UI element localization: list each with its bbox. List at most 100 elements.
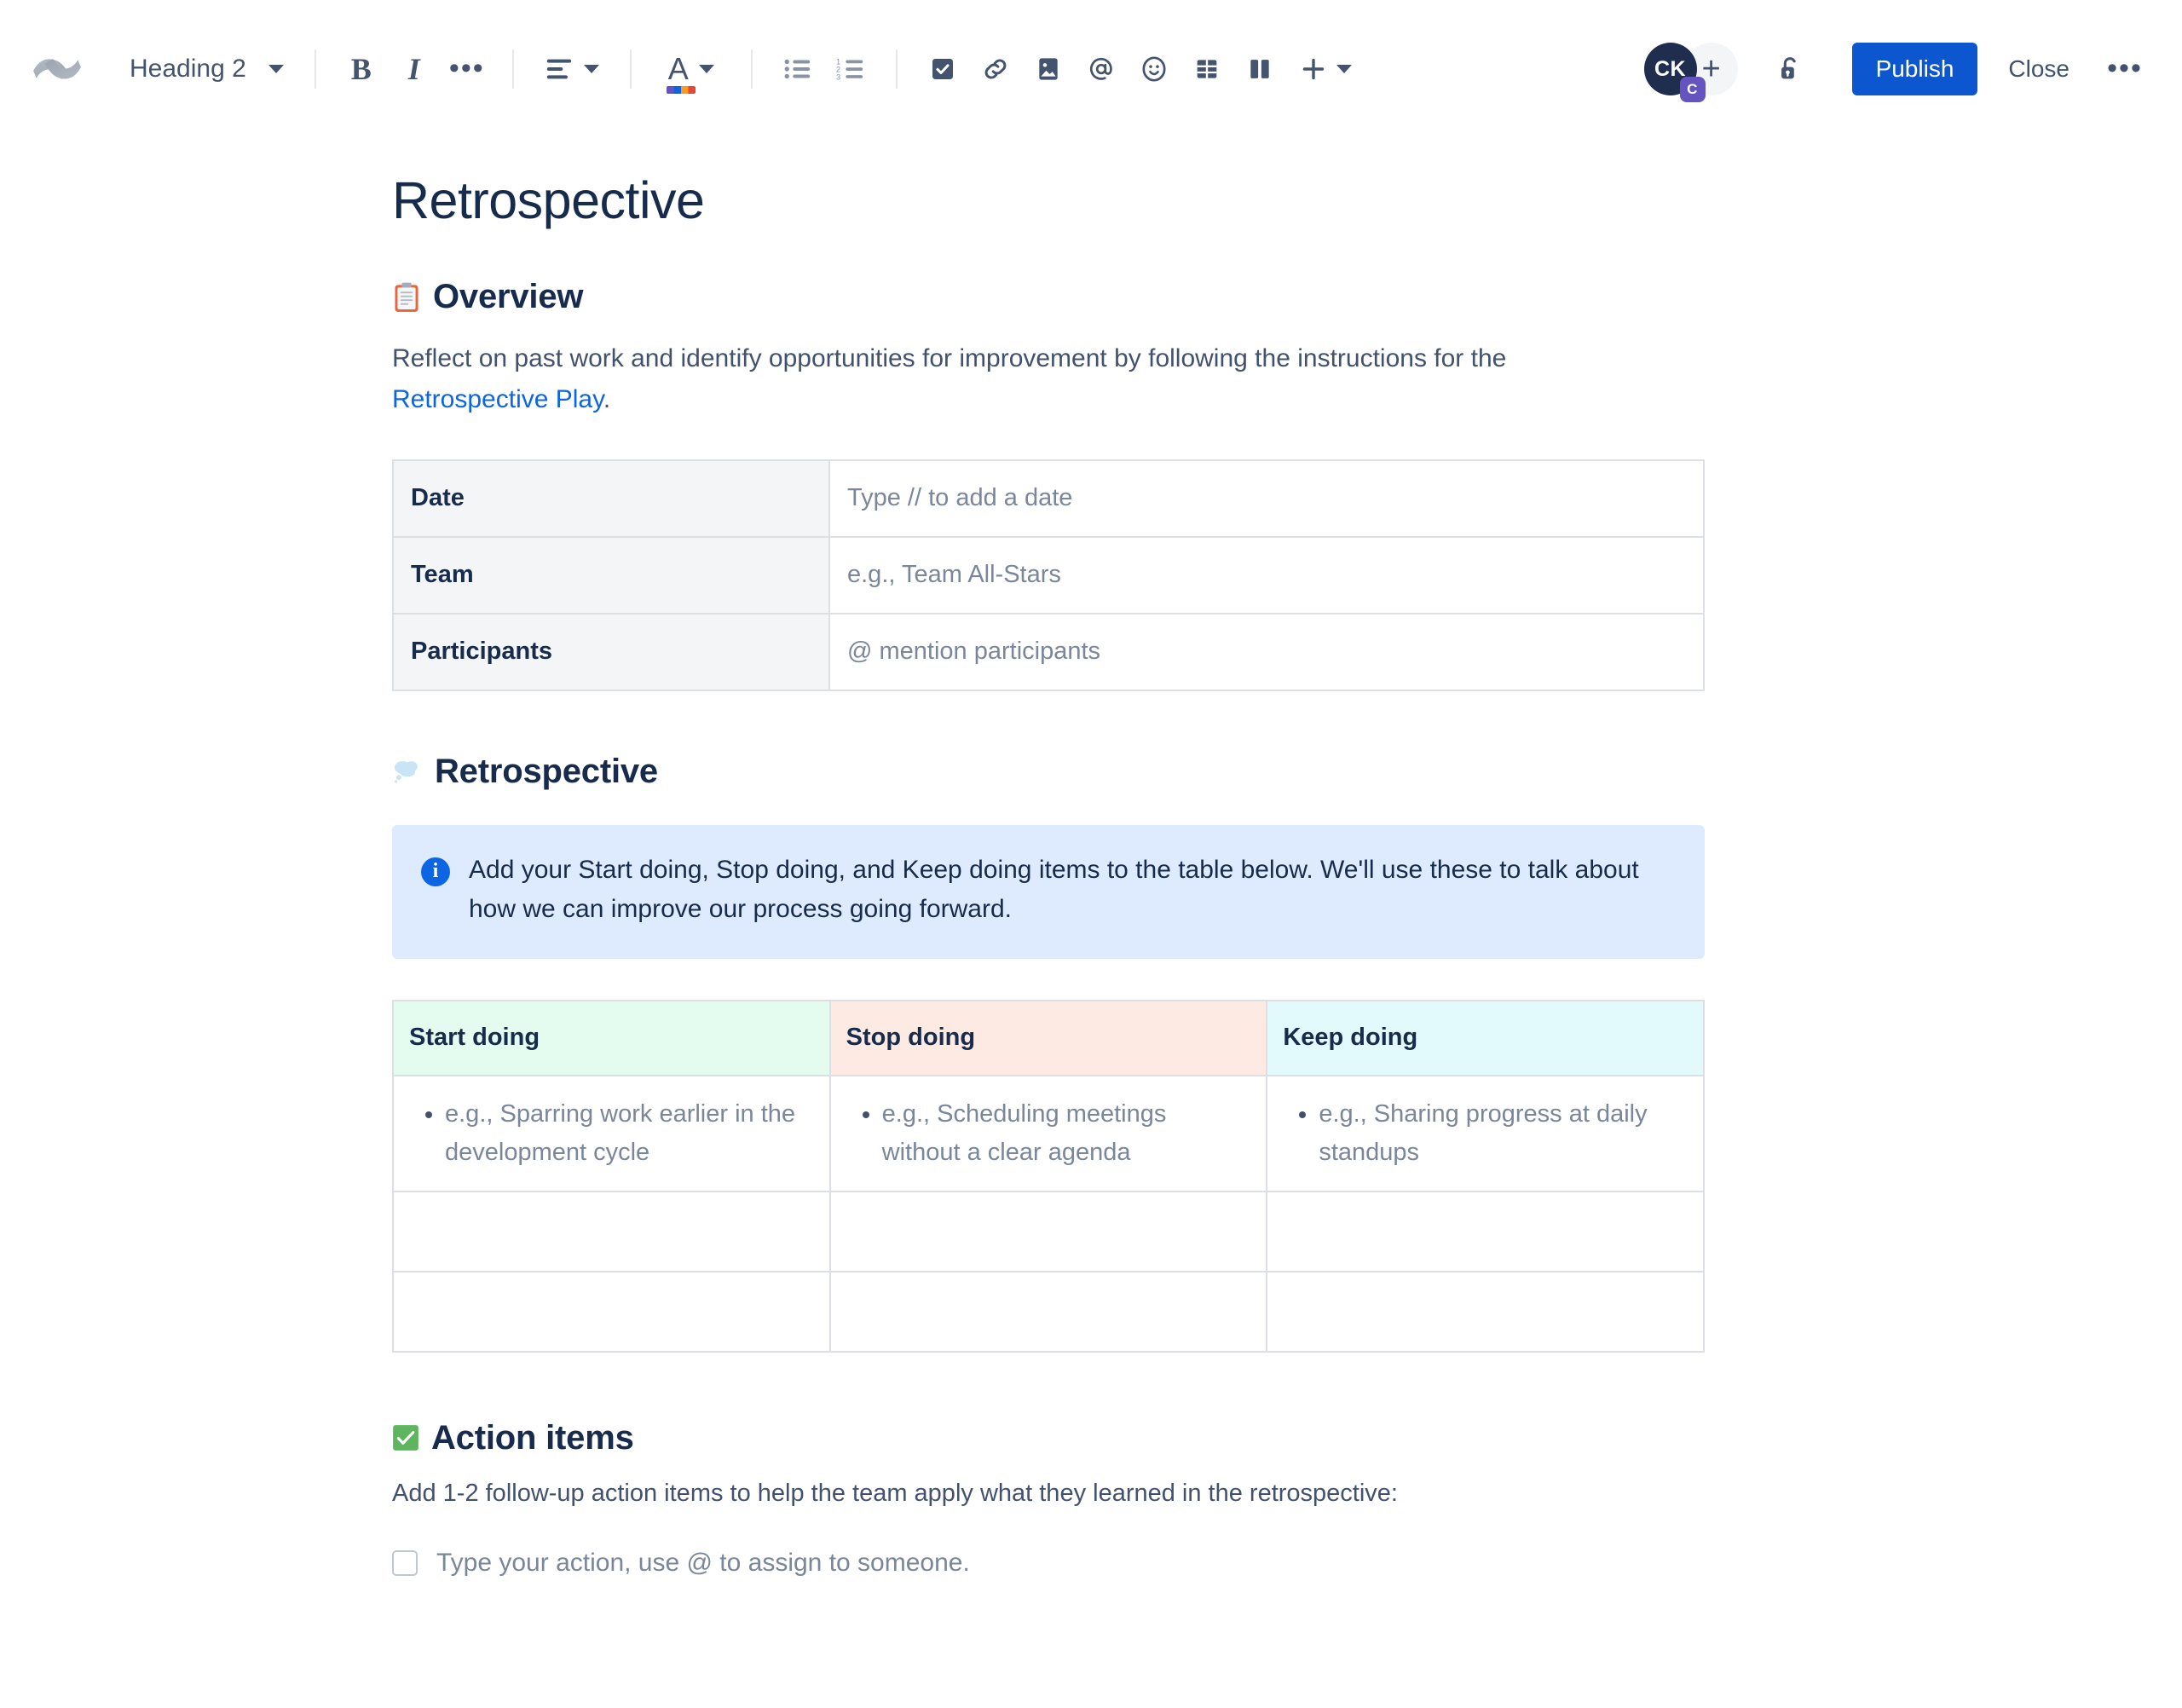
table-row: e.g., Sparring work earlier in the devel… [392,1074,1705,1192]
image-button[interactable] [1022,43,1075,95]
insert-more-button[interactable] [1286,43,1365,95]
task-item: Type your action, use @ to assign to som… [392,1549,1739,1578]
overview-row-value-team[interactable]: e.g., Team All-Stars [828,535,1705,615]
thought-balloon-icon [392,758,423,785]
avatar-badge: C [1679,77,1706,102]
image-icon [1039,58,1058,80]
table-row: Team e.g., Team All-Stars [392,535,1705,615]
task-placeholder[interactable]: Type your action, use @ to assign to som… [436,1549,970,1578]
italic-icon: I [407,52,420,86]
heading-action-items-label: Action items [431,1418,634,1457]
cell-stop-doing-empty[interactable] [828,1270,1268,1353]
toolbar-divider [314,49,316,89]
avatar[interactable]: CK C [1643,43,1706,102]
numbered-list-icon: 1 2 3 [836,57,863,82]
table-row [392,1190,1705,1272]
cell-keep-doing[interactable]: e.g., Sharing progress at daily standups [1266,1074,1705,1192]
action-items-section: Action items Add 1-2 follow-up action it… [392,1419,1739,1578]
heading-overview-label: Overview [433,278,584,316]
overview-row-label: Participants [392,612,830,691]
bullet-list: e.g., Scheduling meetings without a clea… [846,1095,1251,1172]
close-button[interactable]: Close [1989,43,2088,95]
text-color-swatch [666,86,696,94]
chevron-down-icon [1336,65,1352,73]
emoji-icon [1142,56,1166,82]
more-options-button[interactable]: ••• [2098,43,2151,95]
numbered-list-button[interactable]: 1 2 3 [824,43,877,95]
action-items-description: Add 1-2 follow-up action items to help t… [392,1479,1398,1507]
layout-button[interactable] [1233,43,1286,95]
document-content: Retrospective Overview Reflect on past w… [392,138,1739,1578]
bullet-list: e.g., Sharing progress at daily standups [1283,1095,1688,1172]
link-icon [984,59,1007,79]
overview-text-after: . [603,384,611,413]
more-formatting-button[interactable]: ••• [441,43,494,95]
chevron-down-icon [268,65,284,73]
table-row [392,1270,1705,1353]
collaborators: CK C + [1643,43,1738,102]
heading-overview: Overview [392,278,1739,316]
bullet-list-button[interactable] [771,43,824,95]
text-color-button[interactable]: A [650,43,732,95]
plus-icon [1302,58,1324,80]
white-check-mark-icon [392,1424,419,1451]
table-row: Participants @ mention participants [392,612,1705,691]
avatar-initials: CK [1654,56,1687,81]
task-list-button[interactable] [916,43,969,95]
cell-stop-doing[interactable]: e.g., Scheduling meetings without a clea… [828,1074,1268,1192]
insert-group [916,43,1365,95]
mention-button[interactable] [1075,43,1128,95]
column-header-stop-doing: Stop doing [828,999,1268,1076]
column-header-keep-doing: Keep doing [1266,999,1705,1076]
restrictions-button[interactable] [1763,43,1816,95]
cell-keep-doing-empty[interactable] [1266,1270,1705,1353]
page-title[interactable]: Retrospective [392,170,1739,230]
text-style-select[interactable]: Heading 2 [114,43,296,95]
toolbar-divider [895,49,898,89]
list-group: 1 2 3 [771,43,877,95]
cell-start-doing-empty[interactable] [392,1190,831,1272]
bullet-list: e.g., Sparring work earlier in the devel… [409,1095,814,1172]
cell-keep-doing-empty[interactable] [1266,1190,1705,1272]
clipboard-icon [392,282,421,313]
info-panel: i Add your Start doing, Stop doing, and … [392,824,1705,959]
cell-start-doing-empty[interactable] [392,1270,831,1353]
overview-paragraph: Reflect on past work and identify opport… [392,338,1585,419]
info-panel-text: Add your Start doing, Stop doing, and Ke… [469,855,1639,924]
ellipsis-icon: ••• [448,52,485,85]
overview-row-value-date[interactable]: Type // to add a date [828,459,1705,538]
retrospective-play-link[interactable]: Retrospective Play [392,385,603,413]
list-item: e.g., Sparring work earlier in the devel… [445,1095,814,1172]
emoji-button[interactable] [1128,43,1180,95]
at-mention-icon [1089,57,1112,80]
overview-text-before: Reflect on past work and identify opport… [392,344,1507,373]
text-color-icon: A [666,51,696,94]
cell-start-doing[interactable]: e.g., Sparring work earlier in the devel… [392,1074,831,1192]
table-button[interactable] [1180,43,1233,95]
publish-button[interactable]: Publish [1851,43,1978,95]
chevron-down-icon [583,65,599,73]
task-checkbox[interactable] [392,1549,418,1576]
editor-toolbar: Heading 2 B I ••• A 1 2 3 CK C + Publish… [0,0,2182,138]
toolbar-divider [511,49,514,89]
overview-row-label: Date [392,459,830,538]
format-group: B I ••• [335,43,494,95]
column-header-start-doing: Start doing [392,999,831,1076]
text-color-letter: A [667,51,689,86]
checkbox-icon [932,59,953,79]
retrospective-table: Start doing Stop doing Keep doing e.g., … [392,999,1705,1353]
unlock-icon [1781,57,1796,79]
list-item: e.g., Sharing progress at daily standups [1319,1095,1688,1172]
cell-stop-doing-empty[interactable] [828,1190,1268,1272]
overview-table: Date Type // to add a date Team e.g., Te… [392,459,1705,691]
bold-icon: B [350,52,372,86]
overview-row-value-participants[interactable]: @ mention participants [828,612,1705,691]
link-button[interactable] [969,43,1022,95]
table-header-row: Start doing Stop doing Keep doing [392,999,1705,1076]
bold-button[interactable]: B [335,43,388,95]
heading-retrospective: Retrospective [392,753,1739,791]
layout-columns-icon [1250,60,1269,78]
text-align-button[interactable] [533,43,611,95]
italic-button[interactable]: I [388,43,441,95]
confluence-logo[interactable] [24,36,90,102]
